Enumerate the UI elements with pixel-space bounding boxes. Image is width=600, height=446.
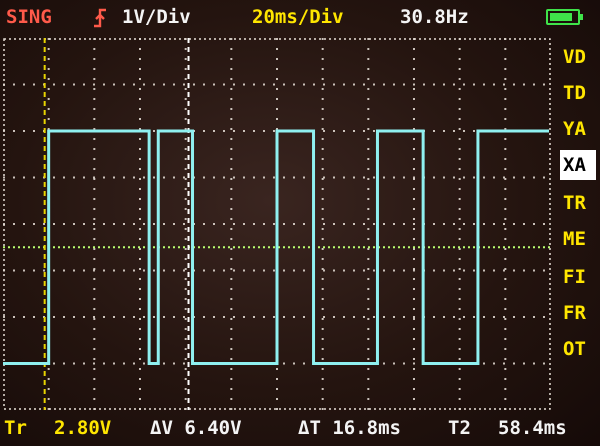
- menu-item-vd[interactable]: VD: [560, 42, 596, 72]
- delta-t-readout: ΔT 16.8ms: [298, 417, 401, 439]
- trigger-level-label: Tr: [4, 417, 27, 439]
- menu-item-td[interactable]: TD: [560, 78, 596, 108]
- delta-v-readout: ΔV 6.40V: [150, 417, 242, 439]
- top-status-bar: SING 1V/Div 20ms/Div 30.8Hz: [0, 0, 600, 36]
- menu-item-fi[interactable]: FI: [560, 262, 596, 292]
- menu-item-fr[interactable]: FR: [560, 298, 596, 328]
- bottom-status-bar: Tr 2.80V ΔV 6.40V ΔT 16.8ms T2 58.4ms: [0, 412, 600, 446]
- frequency-readout: 30.8Hz: [400, 6, 469, 28]
- time-per-div[interactable]: 20ms/Div: [252, 4, 344, 30]
- battery-level-fill: [550, 13, 572, 21]
- volts-per-div[interactable]: 1V/Div: [122, 4, 191, 30]
- menu-item-xa[interactable]: XA: [560, 150, 596, 180]
- acquisition-mode[interactable]: SING: [6, 4, 52, 30]
- waveform-plot: [3, 38, 551, 410]
- menu-item-ot[interactable]: OT: [560, 334, 596, 364]
- menu-item-tr[interactable]: TR: [560, 188, 596, 218]
- rising-edge-trigger-icon[interactable]: [92, 4, 108, 32]
- trigger-level-value: 2.80V: [54, 417, 112, 439]
- menu-item-ya[interactable]: YA: [560, 114, 596, 144]
- battery-icon: [546, 9, 583, 25]
- t2-cursor-value: 58.4ms: [498, 417, 567, 439]
- scope-display[interactable]: [3, 38, 551, 410]
- menu-item-me[interactable]: ME: [560, 224, 596, 254]
- oscilloscope-screen: SING 1V/Div 20ms/Div 30.8Hz VD TD YA XA …: [0, 0, 600, 446]
- t2-cursor-label: T2: [448, 417, 471, 439]
